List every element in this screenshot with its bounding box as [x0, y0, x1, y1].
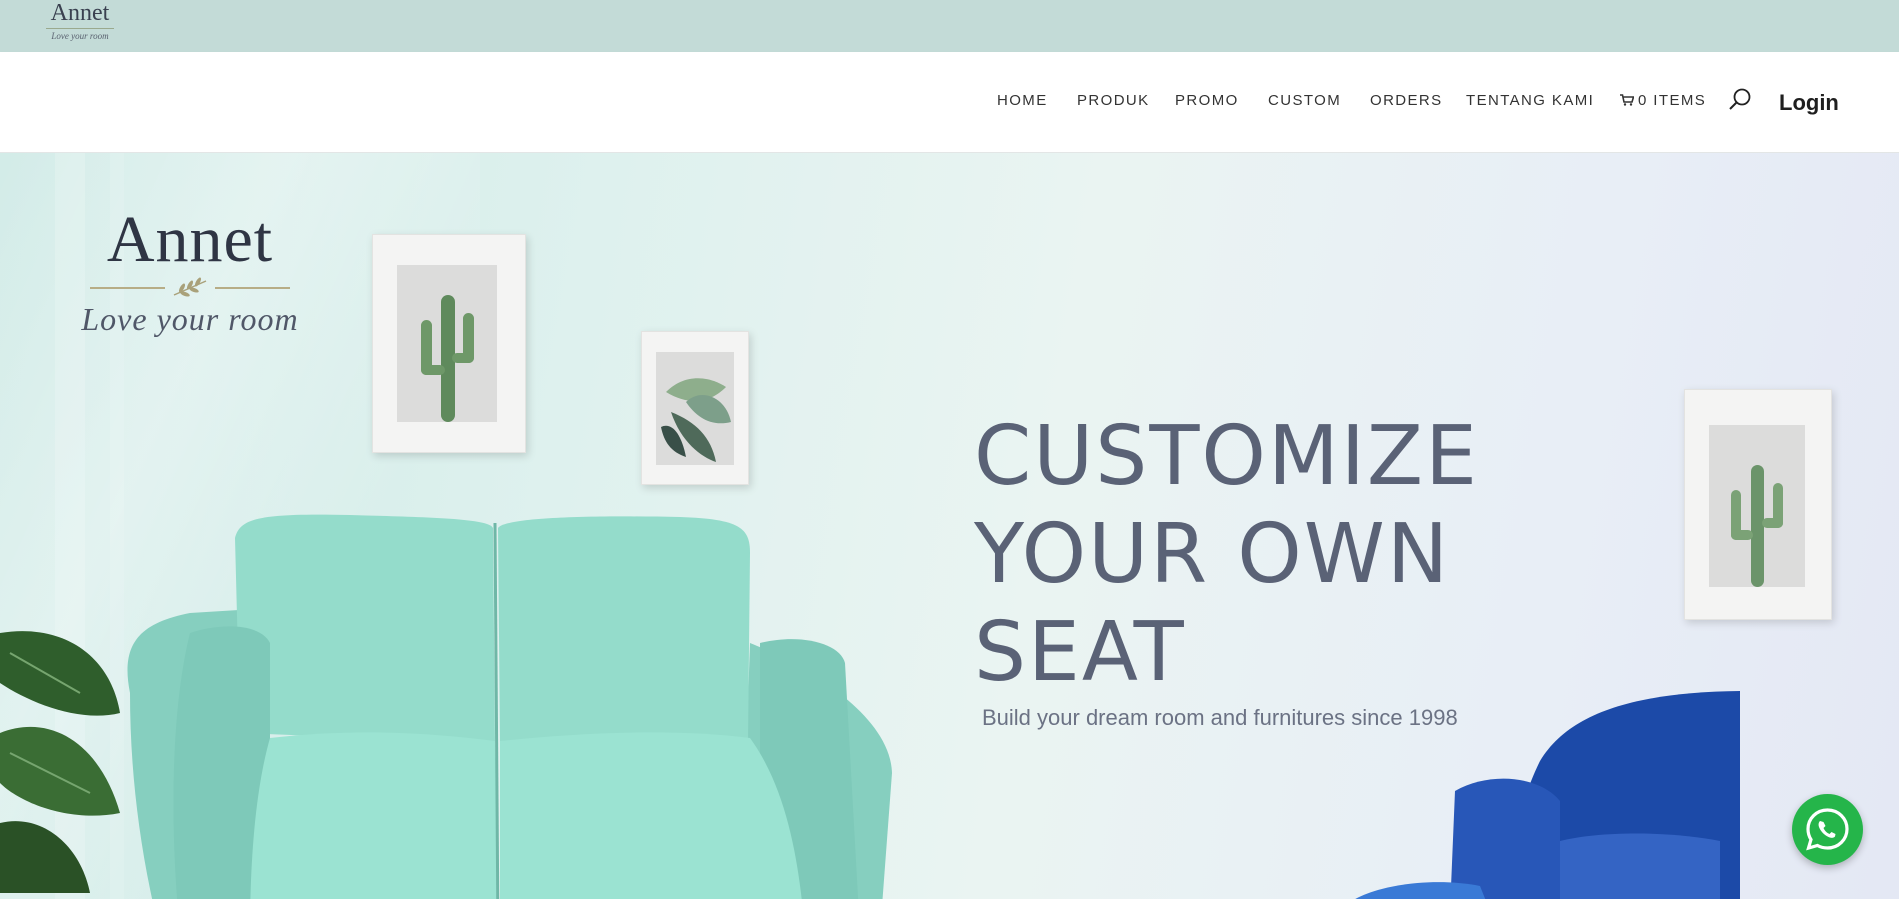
- hero-banner: Annet Love your room CUSTOMIZE YOUR OWN …: [0, 153, 1899, 899]
- hero-logo-tagline: Love your room: [81, 301, 299, 337]
- hero-logo-divider: [70, 277, 310, 297]
- search-button[interactable]: [1726, 86, 1754, 114]
- wall-frame-leaf: [641, 331, 749, 485]
- whatsapp-button[interactable]: [1792, 794, 1863, 865]
- headline-line: CUSTOMIZE: [974, 409, 1479, 504]
- top-bar: Annet Love your room: [0, 0, 1899, 52]
- cart-label: 0 ITEMS: [1638, 92, 1707, 109]
- hero-headline: CUSTOMIZE YOUR OWN SEAT: [974, 408, 1479, 702]
- cactus-icon: [1731, 465, 1783, 587]
- nav-item-promo[interactable]: PROMO: [1175, 92, 1239, 109]
- search-icon: [1729, 88, 1751, 110]
- wall-frame-cactus: [372, 234, 526, 453]
- teal-sofa-image: [127, 514, 892, 899]
- whatsapp-icon: [1806, 808, 1849, 851]
- wall-frame-cactus-right: [1684, 389, 1832, 620]
- main-nav: HOME PRODUK PROMO CUSTOM ORDERS TENTANG …: [0, 92, 1899, 116]
- hero-logo: Annet Love your room: [70, 205, 310, 355]
- nav-item-tentang-kami[interactable]: TENTANG KAMI: [1466, 92, 1594, 109]
- leaf-branch-icon: [173, 277, 207, 297]
- header-logo-tagline: Love your room: [51, 31, 109, 41]
- nav-cart[interactable]: 0 ITEMS: [1620, 92, 1706, 109]
- login-link[interactable]: Login: [1779, 90, 1839, 116]
- headline-line: SEAT: [974, 605, 1186, 700]
- main-header: HOME PRODUK PROMO CUSTOM ORDERS TENTANG …: [0, 52, 1899, 153]
- header-logo-divider: [46, 28, 114, 29]
- headline-line: YOUR OWN: [974, 507, 1451, 602]
- hero-logo-name: Annet: [106, 203, 274, 276]
- hero-subtitle: Build your dream room and furnitures sin…: [982, 705, 1458, 730]
- cart-icon: [1620, 94, 1634, 106]
- nav-item-orders[interactable]: ORDERS: [1370, 92, 1443, 109]
- nav-item-produk[interactable]: PRODUK: [1077, 92, 1150, 109]
- nav-item-custom[interactable]: CUSTOM: [1268, 92, 1341, 109]
- nav-item-home[interactable]: HOME: [997, 92, 1048, 109]
- header-logo-name: Annet: [50, 0, 110, 26]
- leaf-plant-icon: [661, 378, 731, 462]
- cactus-icon: [421, 295, 474, 422]
- monstera-plant-image: [0, 631, 120, 893]
- header-logo[interactable]: Annet Love your room: [40, 0, 120, 50]
